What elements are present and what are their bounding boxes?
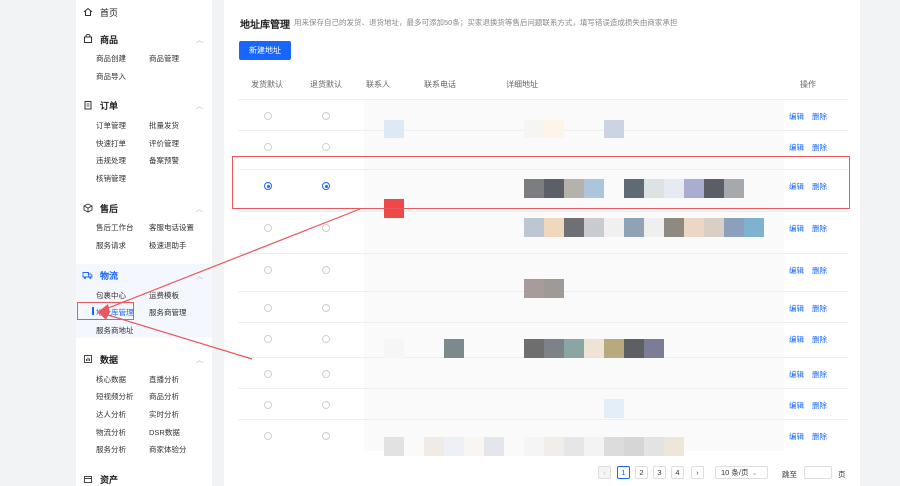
annotation-arrows <box>97 208 361 360</box>
